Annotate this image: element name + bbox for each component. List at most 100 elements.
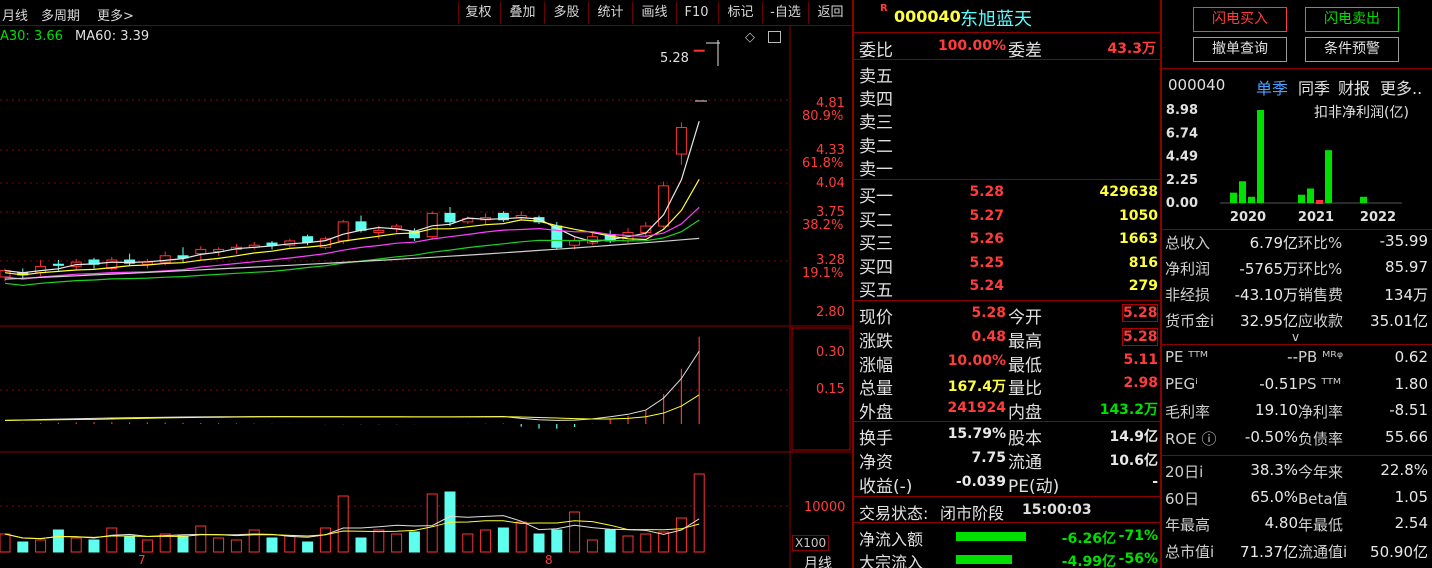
block-inflow-label: 大宗流入 (859, 553, 924, 568)
stat-right-0-value: 5.28 (1122, 304, 1158, 322)
draw-line-button[interactable]: 画线 (632, 2, 676, 24)
val_rows-1-v1: -0.51 (1259, 374, 1298, 393)
stat-right-3-label: 量比 (1008, 379, 1042, 400)
stat2-left-0-value: 15.79% (947, 426, 1006, 442)
tab-quarterly[interactable]: 单季 (1256, 75, 1288, 99)
buy-1-volume: 429638 (1099, 184, 1158, 200)
block-inflow-bar (956, 555, 1012, 564)
vol-bar-36 (640, 533, 652, 553)
fin-axis-2: 4.49 (1166, 150, 1198, 165)
fin_rows-2-v2: 134万 (1384, 286, 1428, 304)
fin-bar-0 (1230, 192, 1237, 203)
stat-right-2-label: 最低 (1008, 355, 1042, 376)
remove-watchlist-button[interactable]: -自选 (762, 2, 808, 24)
profit-bar-chart: 8.98 6.74 4.49 2.25 0.00 2020 2021 2022 (1166, 103, 1402, 225)
buy-2-label: 买二 (859, 210, 893, 231)
cancel-query-button[interactable]: 撤单查询 (1193, 37, 1287, 62)
buy-2-volume: 1050 (1119, 207, 1158, 224)
vol-bar-28 (497, 527, 509, 553)
stats-button[interactable]: 统计 (588, 2, 632, 24)
more-menu[interactable]: 更多> (97, 5, 134, 24)
sell-3-label: 卖三 (859, 113, 893, 133)
candle-37 (658, 185, 670, 227)
multi-stock-button[interactable]: 多股 (544, 2, 588, 24)
stat2-left-2-value: -0.039 (955, 473, 1006, 490)
back-button[interactable]: 返回 (808, 2, 852, 24)
overlay-button[interactable]: 叠加 (500, 2, 544, 24)
tab-same-quarter[interactable]: 同季 (1298, 75, 1330, 99)
fin-axis-3: 2.25 (1166, 173, 1198, 188)
flash-buy-button[interactable]: 闪电买入 (1193, 7, 1287, 32)
fin_rows-0-k2: 环比% (1298, 234, 1343, 252)
fin_rows-1-v1: -5765万 (1239, 260, 1298, 278)
candle-11 (195, 248, 207, 255)
vol-axis-label: 10000 (804, 500, 846, 515)
pct-axis-4: 19.1% (802, 266, 844, 281)
perf_rows-2-k2: 年最低 (1298, 516, 1344, 534)
stat-left-1-value: 0.48 (971, 328, 1006, 345)
perf_rows-0-k1: 20日i (1165, 463, 1204, 481)
fin_rows-2-v1: -43.10万 (1234, 286, 1298, 304)
weibi-value: 100.00% (937, 38, 1006, 54)
stat2-left-2-label: 收益(-) (859, 476, 913, 497)
fin_rows-2-k2: 销售费 (1298, 286, 1344, 304)
vol-bar-24 (426, 493, 438, 553)
stat2-left-0-label: 换手 (859, 429, 893, 449)
ind-axis-mid: 0.15 (816, 382, 845, 397)
buy-4-price: 5.25 (969, 254, 1004, 271)
candle-39 (693, 49, 705, 52)
flash-sell-button[interactable]: 闪电卖出 (1305, 7, 1399, 32)
perf_rows-3-k1: 总市值i (1165, 542, 1215, 561)
buy-5-volume: 279 (1128, 278, 1158, 295)
fin_rows-3-v1: 32.95亿 (1240, 312, 1298, 330)
ma30-line (4, 219, 700, 287)
stat2-right-2-label: PE(动) (1008, 476, 1060, 497)
status-time: 15:00:03 (1022, 502, 1092, 518)
multi-period[interactable]: 多周期 (41, 5, 80, 24)
vol-bar-15 (266, 537, 278, 553)
stat2-right-0-value: 14.9亿 (1109, 429, 1158, 445)
vol-bar-0 (0, 533, 11, 553)
fin-code: 000040 (1168, 76, 1226, 94)
tab-report[interactable]: 财报 (1338, 75, 1370, 99)
mark-button[interactable]: 标记 (718, 2, 762, 24)
buy-5-price: 5.24 (969, 278, 1004, 295)
vol-bar-30 (533, 533, 545, 553)
fin_rows-1-k1: 净利润 (1165, 260, 1211, 278)
fin_rows-0-k1: 总收入 (1165, 234, 1211, 252)
tab-more[interactable]: 更多.. (1380, 75, 1422, 99)
sell-4-label: 卖四 (859, 90, 893, 110)
period-tag[interactable]: 月线 (804, 553, 832, 568)
fin-axis-4: 0.00 (1166, 196, 1198, 211)
buy-3-volume: 1663 (1119, 231, 1158, 248)
val_rows-0-k2: PB ᴹᴿᵠ (1298, 348, 1344, 366)
dea-line (4, 394, 700, 421)
sell-1-label: 卖一 (859, 160, 893, 180)
stat-right-2-value: 5.11 (1123, 351, 1158, 368)
condition-alert-button[interactable]: 条件预警 (1305, 37, 1399, 62)
f10-button[interactable]: F10 (676, 2, 716, 24)
period-monthly[interactable]: 月线 (2, 5, 28, 24)
vol-bar-32 (569, 511, 581, 553)
stat-right-1-label: 最高 (1008, 331, 1042, 352)
val_rows-0-k1: PE ᵀᵀᴹ (1165, 348, 1208, 366)
candle-3 (52, 263, 64, 266)
ma5-line (4, 121, 700, 274)
vol-bar-2 (35, 539, 47, 553)
fin-bar-2 (1248, 196, 1255, 203)
stat2-right-1-label: 流通 (1008, 452, 1042, 473)
kline-chart[interactable] (0, 26, 852, 568)
info-panel: 闪电买入 闪电卖出 撤单查询 条件预警 000040 单季 同季 财报 更多..… (1162, 0, 1432, 568)
vol-unit: X100 (792, 535, 830, 551)
expand-chevron-icon[interactable]: v (1292, 330, 1299, 344)
stat-left-4-label: 外盘 (859, 403, 893, 424)
vol-bar-11 (195, 525, 207, 553)
vol-bar-7 (124, 535, 136, 553)
fuquan-button[interactable]: 复权 (458, 2, 498, 24)
vol-bar-37 (658, 531, 670, 553)
vol-bar-26 (462, 533, 474, 553)
fin_rows-2-k1: 非经损 (1165, 286, 1211, 304)
stat-left-0-label: 现价 (859, 308, 893, 328)
weibi-label: 委比 (859, 41, 893, 61)
vol-bar-14 (248, 529, 260, 553)
